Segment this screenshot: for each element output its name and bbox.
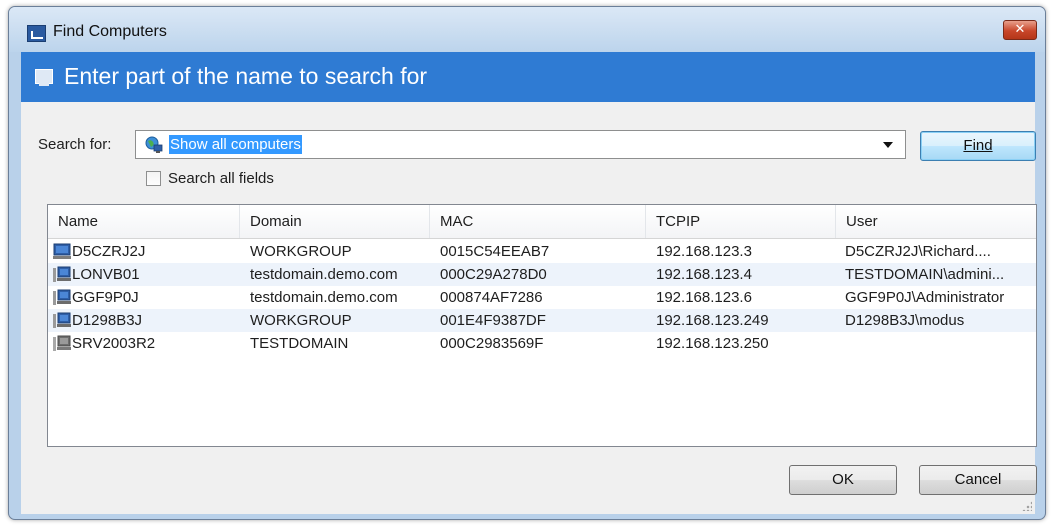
ok-button[interactable]: OK [789,465,897,495]
offline-computer-icon [53,335,71,351]
column-header-user[interactable]: User [836,205,1036,238]
cell-tcpip: 192.168.123.6 [656,289,752,306]
column-header-mac[interactable]: MAC [430,205,646,238]
banner-text: Enter part of the name to search for [64,63,428,89]
table-row[interactable]: LONVB01 testdomain.demo.com 000C29A278D0… [48,263,1036,286]
search-all-fields-label[interactable]: Search all fields [168,170,274,187]
cell-domain: WORKGROUP [250,243,352,260]
cell-mac: 000C2983569F [440,335,544,352]
cell-tcpip: 192.168.123.250 [656,335,769,352]
cell-user: TESTDOMAIN\admini... [845,266,1005,283]
cell-name: D5CZRJ2J [72,243,146,260]
cell-mac: 001E4F9387DF [440,312,546,329]
table-row[interactable]: D5CZRJ2J WORKGROUP 0015C54EEAB7 192.168.… [48,240,1036,263]
column-header-tcpip[interactable]: TCPIP [646,205,836,238]
cell-tcpip: 192.168.123.4 [656,266,752,283]
cell-user: GGF9P0J\Administrator [845,289,1005,306]
resize-grip[interactable] [1022,501,1032,511]
list-header: Name Domain MAC TCPIP User [48,205,1036,239]
cell-name: D1298B3J [72,312,143,329]
networked-computer-icon [53,289,71,305]
cell-name: GGF9P0J [72,289,139,306]
close-button[interactable]: ✕ [1003,20,1037,40]
globe-computer-icon [145,136,163,153]
cell-domain: testdomain.demo.com [250,289,398,306]
desktop-computer-icon [53,243,71,259]
cell-domain: testdomain.demo.com [250,266,398,283]
computer-icon [35,69,53,86]
column-header-domain[interactable]: Domain [240,205,430,238]
cell-tcpip: 192.168.123.3 [656,243,752,260]
cell-tcpip: 192.168.123.249 [656,312,769,329]
cell-user: D1298B3J\modus [845,312,965,329]
cell-user [845,332,1035,355]
search-for-label: Search for: [38,136,112,153]
networked-computer-icon [53,312,71,328]
column-header-name[interactable]: Name [48,205,240,238]
window-title: Find Computers [53,23,167,40]
table-row[interactable]: SRV2003R2 TESTDOMAIN 000C2983569F 192.16… [48,332,1036,355]
cell-name: SRV2003R2 [72,335,156,352]
computers-list[interactable]: Name Domain MAC TCPIP User D5CZRJ2J WORK… [47,204,1037,447]
search-all-fields-checkbox[interactable] [146,171,161,186]
cell-name: LONVB01 [72,266,140,283]
cancel-button[interactable]: Cancel [919,465,1037,495]
cell-mac: 000C29A278D0 [440,266,547,283]
chevron-down-icon[interactable] [883,142,893,148]
dialog-body: Enter part of the name to search for Sea… [21,52,1037,514]
cell-domain: WORKGROUP [250,312,352,329]
title-bar[interactable]: Find Computers ✕ [9,7,1045,52]
networked-computer-icon [53,266,71,282]
cell-mac: 000874AF7286 [440,289,543,306]
find-computers-dialog: Find Computers ✕ Enter part of the name … [8,6,1046,520]
cell-mac: 0015C54EEAB7 [440,243,550,260]
find-button-label: Find [963,137,993,154]
find-button[interactable]: Find [920,131,1036,161]
table-row[interactable]: D1298B3J WORKGROUP 001E4F9387DF 192.168.… [48,309,1036,332]
cell-user: D5CZRJ2J\Richard.... [845,243,991,260]
app-icon [27,25,46,42]
instruction-banner: Enter part of the name to search for [21,52,1035,102]
search-input-value[interactable]: Show all computers [169,135,302,154]
cell-domain: TESTDOMAIN [250,335,349,352]
table-row[interactable]: GGF9P0J testdomain.demo.com 000874AF7286… [48,286,1036,309]
search-combobox[interactable]: Show all computers [135,130,906,159]
